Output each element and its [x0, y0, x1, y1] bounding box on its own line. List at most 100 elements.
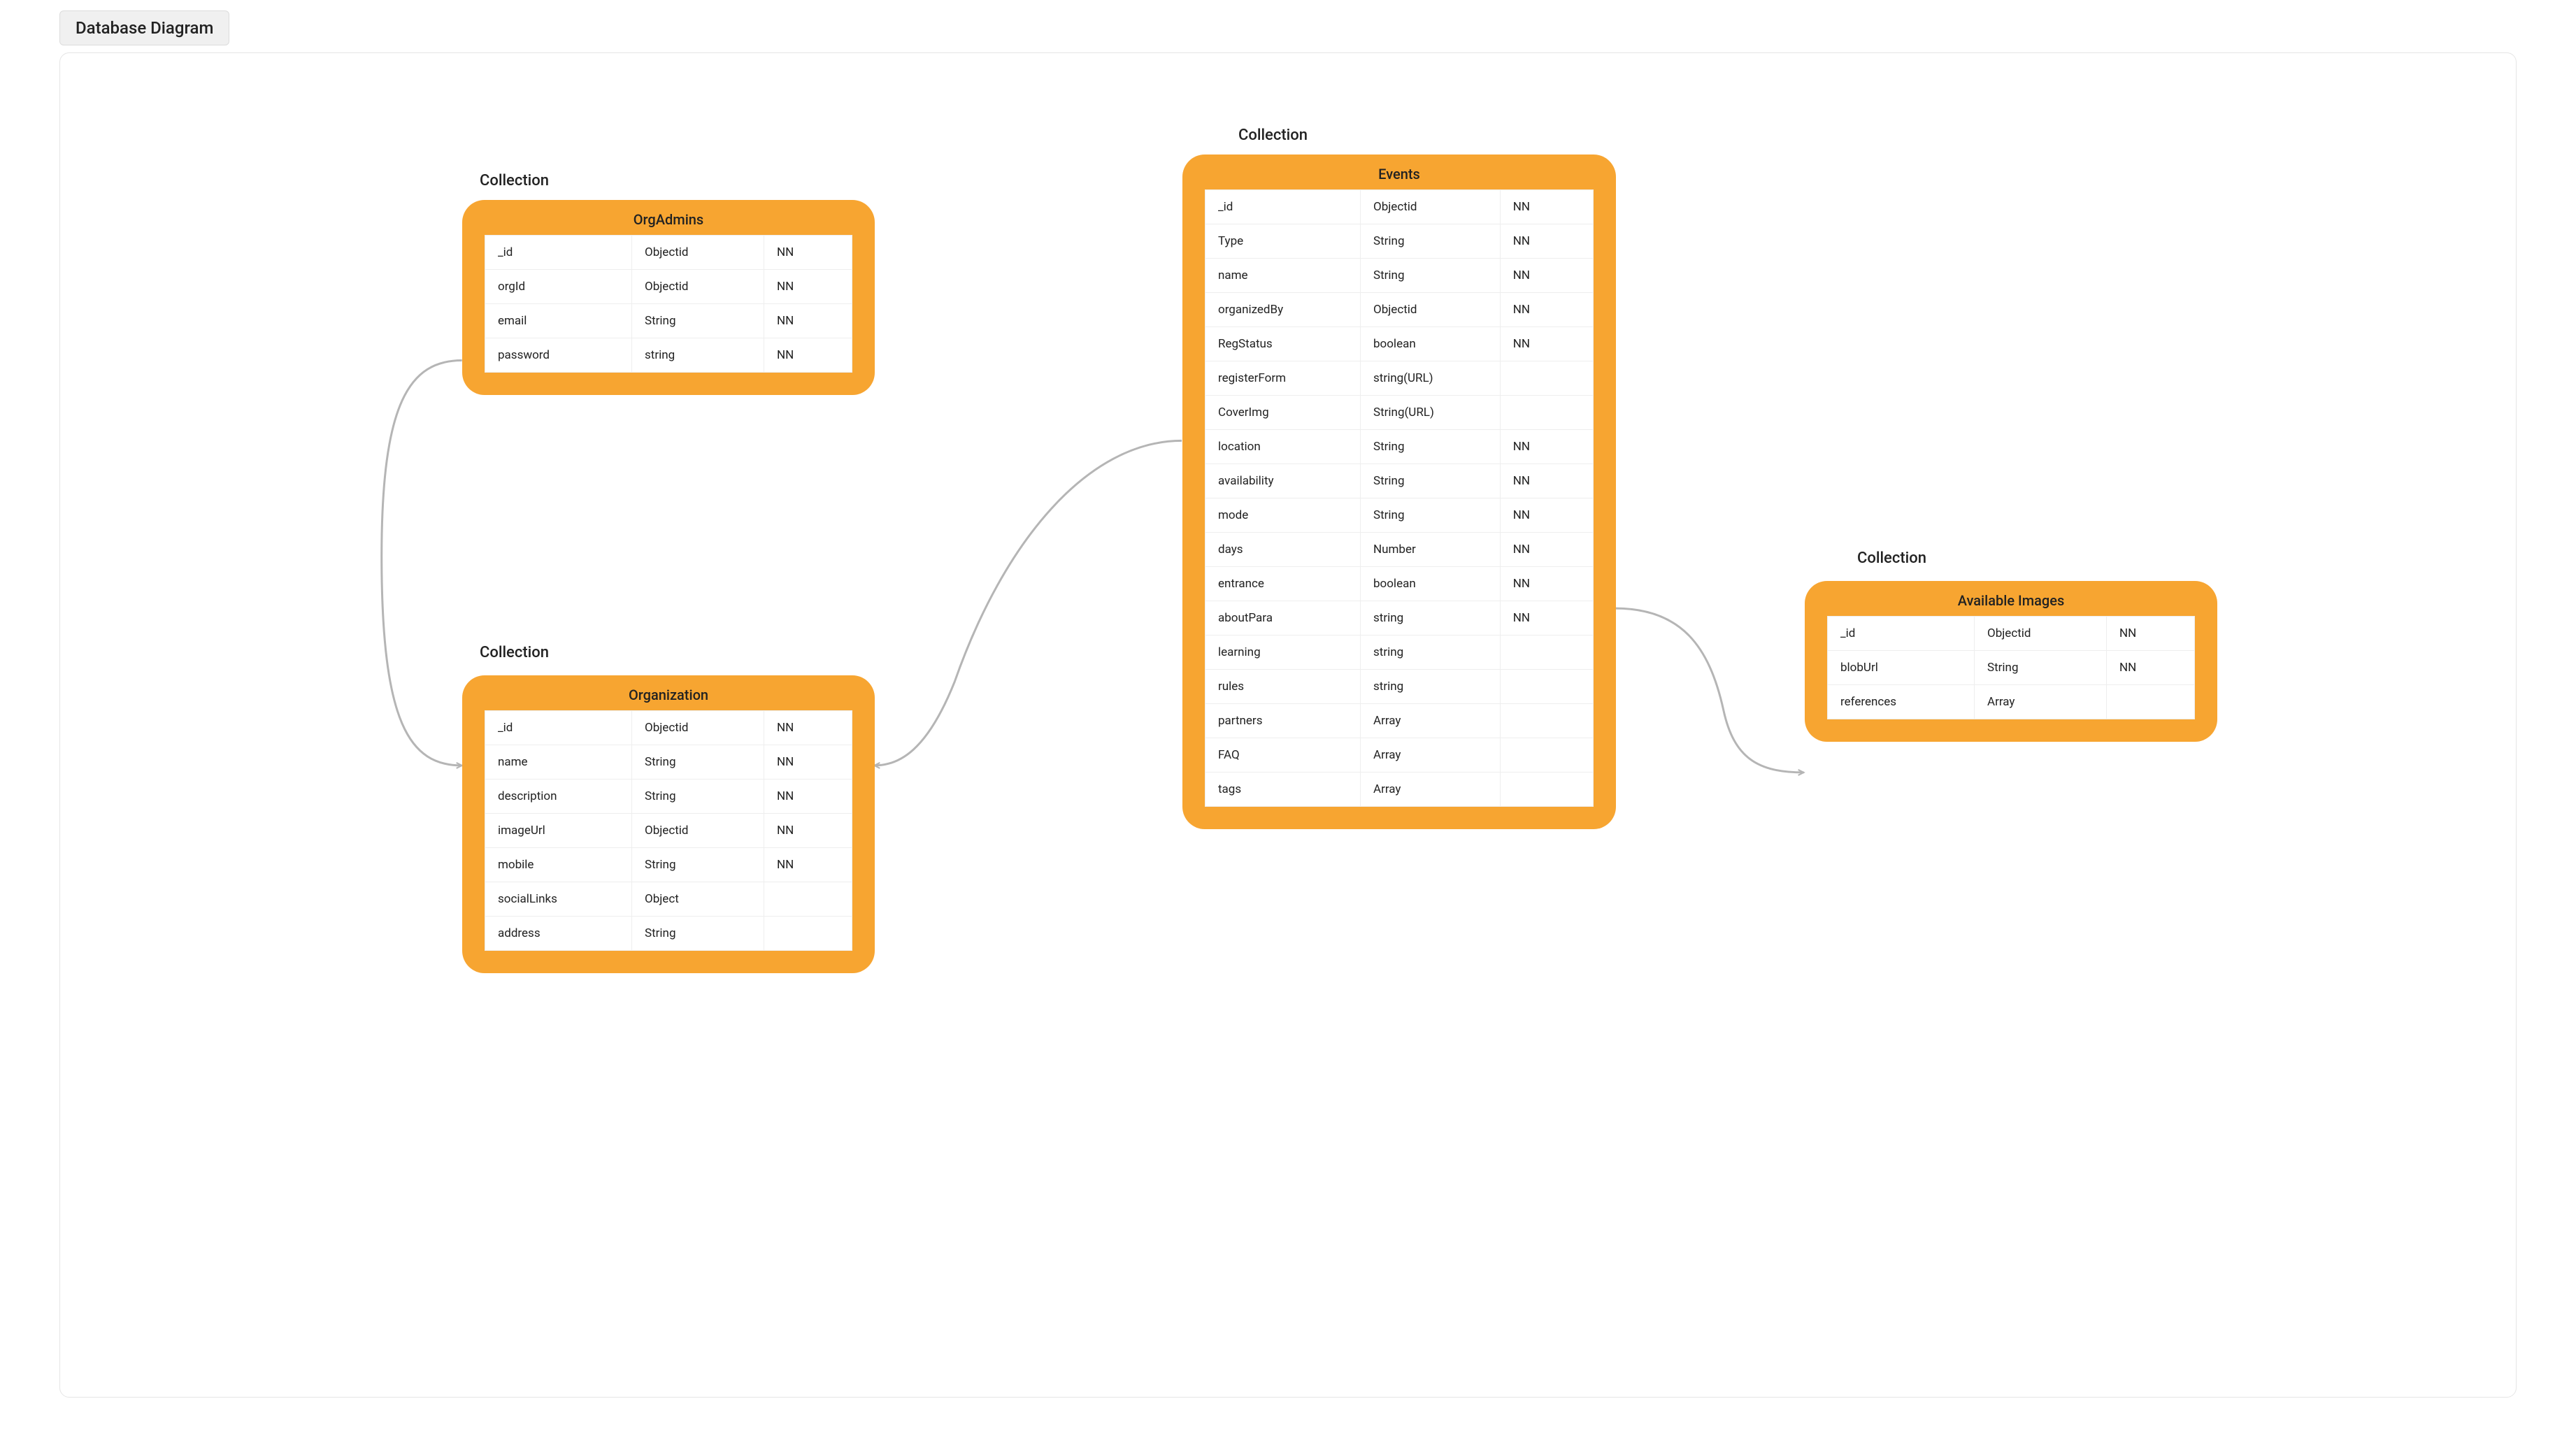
field-row: registerFormstring(URL) [1205, 361, 1594, 396]
fields-orgadmins: _idObjectidNNorgIdObjectidNNemailStringN… [485, 235, 852, 373]
field-nn: NN [2107, 651, 2195, 685]
field-name: name [485, 745, 632, 780]
field-row: _idObjectidNN [1205, 190, 1594, 224]
field-type: string [1361, 601, 1501, 635]
field-row: blobUrlStringNN [1828, 651, 2195, 685]
field-type: string [1361, 670, 1501, 704]
card-orgadmins[interactable]: OrgAdmins _idObjectidNNorgIdObjectidNNem… [462, 200, 875, 395]
field-type: String(URL) [1361, 396, 1501, 430]
field-name: partners [1205, 704, 1361, 738]
card-organization[interactable]: Organization _idObjectidNNnameStringNNde… [462, 675, 875, 973]
field-nn: NN [1500, 190, 1593, 224]
field-type: String [632, 745, 764, 780]
field-name: aboutPara [1205, 601, 1361, 635]
field-nn: NN [1500, 567, 1593, 601]
field-type: Objectid [632, 814, 764, 848]
field-name: imageUrl [485, 814, 632, 848]
field-type: Objectid [1975, 617, 2107, 651]
card-title-organization: Organization [485, 675, 852, 710]
field-row: _idObjectidNN [485, 236, 852, 270]
field-nn [1500, 396, 1593, 430]
field-type: Array [1975, 685, 2107, 719]
field-nn: NN [764, 236, 852, 270]
diagram-panel[interactable]: Collection OrgAdmins _idObjectidNNorgIdO… [59, 52, 2517, 1398]
field-type: boolean [1361, 327, 1501, 361]
field-nn: NN [1500, 259, 1593, 293]
tab-label: Database Diagram [76, 18, 213, 38]
field-nn [2107, 685, 2195, 719]
field-row: nameStringNN [485, 745, 852, 780]
field-nn [1500, 704, 1593, 738]
field-nn: NN [764, 848, 852, 882]
field-name: learning [1205, 635, 1361, 670]
field-name: organizedBy [1205, 293, 1361, 327]
field-type: String [632, 304, 764, 338]
field-nn: NN [1500, 464, 1593, 498]
field-nn: NN [764, 338, 852, 373]
field-nn: NN [1500, 430, 1593, 464]
field-name: orgId [485, 270, 632, 304]
field-name: RegStatus [1205, 327, 1361, 361]
collection-label-orgadmins: Collection [480, 172, 549, 189]
collection-label-images: Collection [1857, 550, 1926, 567]
field-row: _idObjectidNN [485, 711, 852, 745]
card-images[interactable]: Available Images _idObjectidNNblobUrlStr… [1805, 581, 2217, 742]
field-type: Objectid [632, 270, 764, 304]
field-name: tags [1205, 773, 1361, 807]
field-nn: NN [764, 780, 852, 814]
field-nn [764, 882, 852, 917]
field-nn: NN [1500, 327, 1593, 361]
field-type: Objectid [1361, 293, 1501, 327]
field-nn: NN [764, 814, 852, 848]
field-nn [1500, 635, 1593, 670]
field-name: availability [1205, 464, 1361, 498]
field-row: _idObjectidNN [1828, 617, 2195, 651]
field-row: nameStringNN [1205, 259, 1594, 293]
field-nn [764, 917, 852, 951]
page-root: Database Diagram Collection Or [0, 0, 2576, 1429]
fields-organization: _idObjectidNNnameStringNNdescriptionStri… [485, 710, 852, 951]
field-name: address [485, 917, 632, 951]
field-nn [1500, 361, 1593, 396]
field-type: String [1361, 259, 1501, 293]
field-type: Objectid [632, 711, 764, 745]
field-row: CoverImgString(URL) [1205, 396, 1594, 430]
arrow-events-to-organization [874, 440, 1182, 766]
field-name: registerForm [1205, 361, 1361, 396]
field-type: Array [1361, 704, 1501, 738]
field-name: _id [1828, 617, 1975, 651]
field-name: mobile [485, 848, 632, 882]
card-title-images: Available Images [1827, 581, 2195, 616]
field-name: name [1205, 259, 1361, 293]
field-name: rules [1205, 670, 1361, 704]
card-events[interactable]: Events _idObjectidNNTypeStringNNnameStri… [1182, 155, 1616, 829]
field-type: String [1361, 430, 1501, 464]
field-type: Objectid [632, 236, 764, 270]
field-nn: NN [764, 270, 852, 304]
field-type: String [1361, 464, 1501, 498]
field-name: CoverImg [1205, 396, 1361, 430]
field-name: days [1205, 533, 1361, 567]
field-type: String [1361, 224, 1501, 259]
field-row: tagsArray [1205, 773, 1594, 807]
field-nn: NN [764, 745, 852, 780]
field-row: passwordstringNN [485, 338, 852, 373]
field-row: locationStringNN [1205, 430, 1594, 464]
card-title-orgadmins: OrgAdmins [485, 200, 852, 235]
field-name: description [485, 780, 632, 814]
field-name: FAQ [1205, 738, 1361, 773]
field-name: email [485, 304, 632, 338]
field-nn [1500, 773, 1593, 807]
field-nn: NN [1500, 293, 1593, 327]
field-name: password [485, 338, 632, 373]
card-title-events: Events [1205, 155, 1594, 189]
field-row: descriptionStringNN [485, 780, 852, 814]
tab-database-diagram[interactable]: Database Diagram [59, 10, 229, 45]
field-name: Type [1205, 224, 1361, 259]
field-nn: NN [1500, 498, 1593, 533]
field-row: daysNumberNN [1205, 533, 1594, 567]
field-type: string [1361, 635, 1501, 670]
field-type: String [632, 780, 764, 814]
field-type: Array [1361, 738, 1501, 773]
field-row: modeStringNN [1205, 498, 1594, 533]
